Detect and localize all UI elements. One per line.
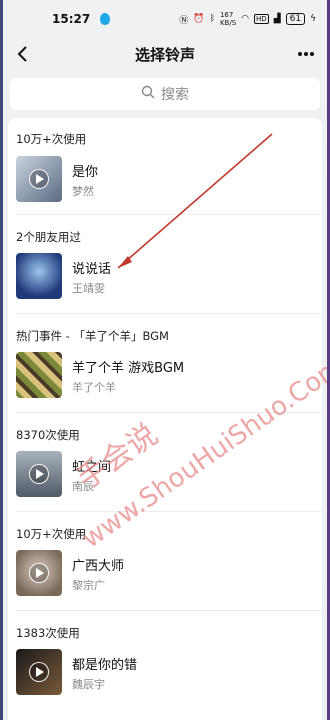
song-cover (16, 253, 62, 299)
network-speed: 167 KB/S (219, 11, 237, 27)
song-artist: 魏辰宇 (72, 678, 105, 691)
song-artist: 南辰 (72, 480, 94, 493)
battery-indicator: 61 (285, 13, 306, 25)
song-cover (16, 451, 62, 497)
section-label: 2个朋友用过 (16, 230, 81, 244)
list-section: 10万+次使用 广西大师 黎宗广 (8, 512, 322, 610)
list-section: 热门事件 - 「羊了个羊」BGM 羊了个羊 游戏BGM 羊了个羊 (8, 314, 322, 412)
play-icon[interactable] (29, 169, 49, 189)
play-icon[interactable] (29, 662, 49, 682)
song-title: 羊了个羊 游戏BGM (72, 361, 185, 376)
section-label: 10万+次使用 (16, 527, 87, 541)
status-icons: Ⓝ ⏰ ᛒ 167 KB/S ◠ HD ▟ 61 ϟ (179, 11, 316, 27)
list-item[interactable]: 广西大师 黎宗广 (8, 550, 322, 600)
list-section: 8370次使用 虹之间 南辰 (8, 413, 322, 511)
song-cover (16, 550, 62, 596)
song-artist: 梦然 (72, 185, 94, 198)
list-item[interactable]: 都是你的错 魏辰宇 (8, 649, 322, 699)
list-item[interactable]: 说说话 王靖雯 (8, 253, 322, 303)
section-label: 热门事件 - 「羊了个羊」BGM (16, 329, 169, 343)
qq-notification-icon (100, 13, 111, 25)
song-title: 都是你的错 (72, 658, 138, 673)
wifi-icon: ◠ (241, 14, 250, 24)
song-title: 虹之间 (72, 460, 112, 475)
hd-icon: HD (254, 14, 269, 24)
section-label: 1383次使用 (16, 626, 80, 640)
nfc-icon: Ⓝ (179, 15, 189, 26)
charging-icon: ϟ (310, 14, 316, 24)
page-title: 选择铃声 (134, 45, 195, 64)
section-label: 8370次使用 (16, 428, 80, 442)
signal-icon: ▟ (273, 14, 281, 24)
list-section: 2个朋友用过 说说话 王靖雯 (8, 215, 322, 313)
bluetooth-icon: ᛒ (209, 14, 215, 24)
status-time: 15:27 (52, 12, 91, 26)
song-artist: 黎宗广 (72, 579, 105, 592)
song-cover (16, 649, 62, 695)
back-icon[interactable] (12, 44, 32, 64)
song-title: 广西大师 (72, 559, 125, 574)
song-artist: 羊了个羊 (72, 381, 116, 394)
more-icon[interactable] (296, 44, 316, 64)
song-artist: 王靖雯 (72, 282, 105, 295)
song-title: 是你 (72, 165, 99, 180)
nav-bar: 选择铃声 (0, 38, 330, 70)
search-icon (141, 85, 155, 103)
play-icon[interactable] (29, 563, 49, 583)
search-placeholder: 搜索 (161, 87, 189, 103)
song-title: 说说话 (72, 262, 112, 277)
play-icon[interactable] (29, 464, 49, 484)
list-item[interactable]: 是你 梦然 (8, 156, 322, 206)
status-bar: 15:27 Ⓝ ⏰ ᛒ 167 KB/S ◠ HD ▟ 61 ϟ (0, 0, 330, 38)
search-input[interactable]: 搜索 (10, 78, 320, 110)
list-item[interactable]: 羊了个羊 游戏BGM 羊了个羊 (8, 352, 322, 402)
ringtone-list: 10万+次使用 是你 梦然 2个朋友用过 说说话 王靖雯 热门事件 - 「羊了个… (8, 118, 322, 720)
list-item[interactable]: 虹之间 南辰 (8, 451, 322, 501)
section-label: 10万+次使用 (16, 132, 87, 146)
list-section: 10万+次使用 是你 梦然 (8, 118, 322, 216)
alarm-icon: ⏰ (193, 14, 205, 24)
song-cover (16, 352, 62, 398)
song-cover (16, 156, 62, 202)
list-section: 1383次使用 都是你的错 魏辰宇 (8, 611, 322, 720)
